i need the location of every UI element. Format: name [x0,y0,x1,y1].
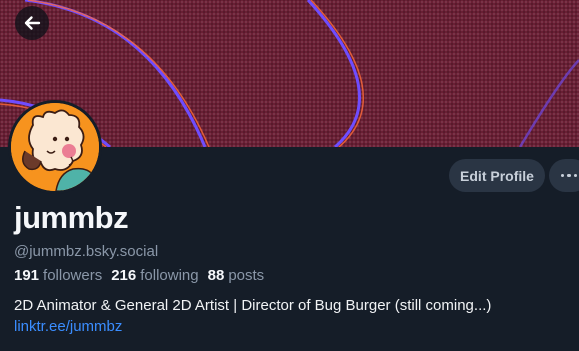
following-count: 216 [111,267,137,284]
posts-count: 88 [207,267,225,284]
followers-stat[interactable]: 191 followers [14,267,102,284]
display-name: jummbz [14,200,129,235]
profile-link[interactable]: linktr.ee/jummbz [14,318,122,335]
followers-label: followers [43,267,103,284]
posts-label: posts [228,267,265,284]
ellipsis-icon [559,173,579,178]
back-button[interactable] [15,6,49,40]
profile-bio: 2D Animator & General 2D Artist | Direct… [14,297,492,314]
profile-stats: 191 followers 216 following 88 posts [14,267,273,284]
edit-profile-button[interactable]: Edit Profile [449,159,545,192]
following-stat[interactable]: 216 following [111,267,198,284]
posts-stat: 88 posts [208,267,265,284]
following-label: following [140,267,199,284]
more-options-button[interactable] [549,159,579,192]
arrow-left-icon [24,16,41,30]
avatar-image [11,103,99,191]
followers-count: 191 [14,267,40,284]
avatar[interactable] [8,100,102,194]
profile-handle: @jummbz.bsky.social [14,243,159,260]
edit-profile-label: Edit Profile [460,167,534,184]
